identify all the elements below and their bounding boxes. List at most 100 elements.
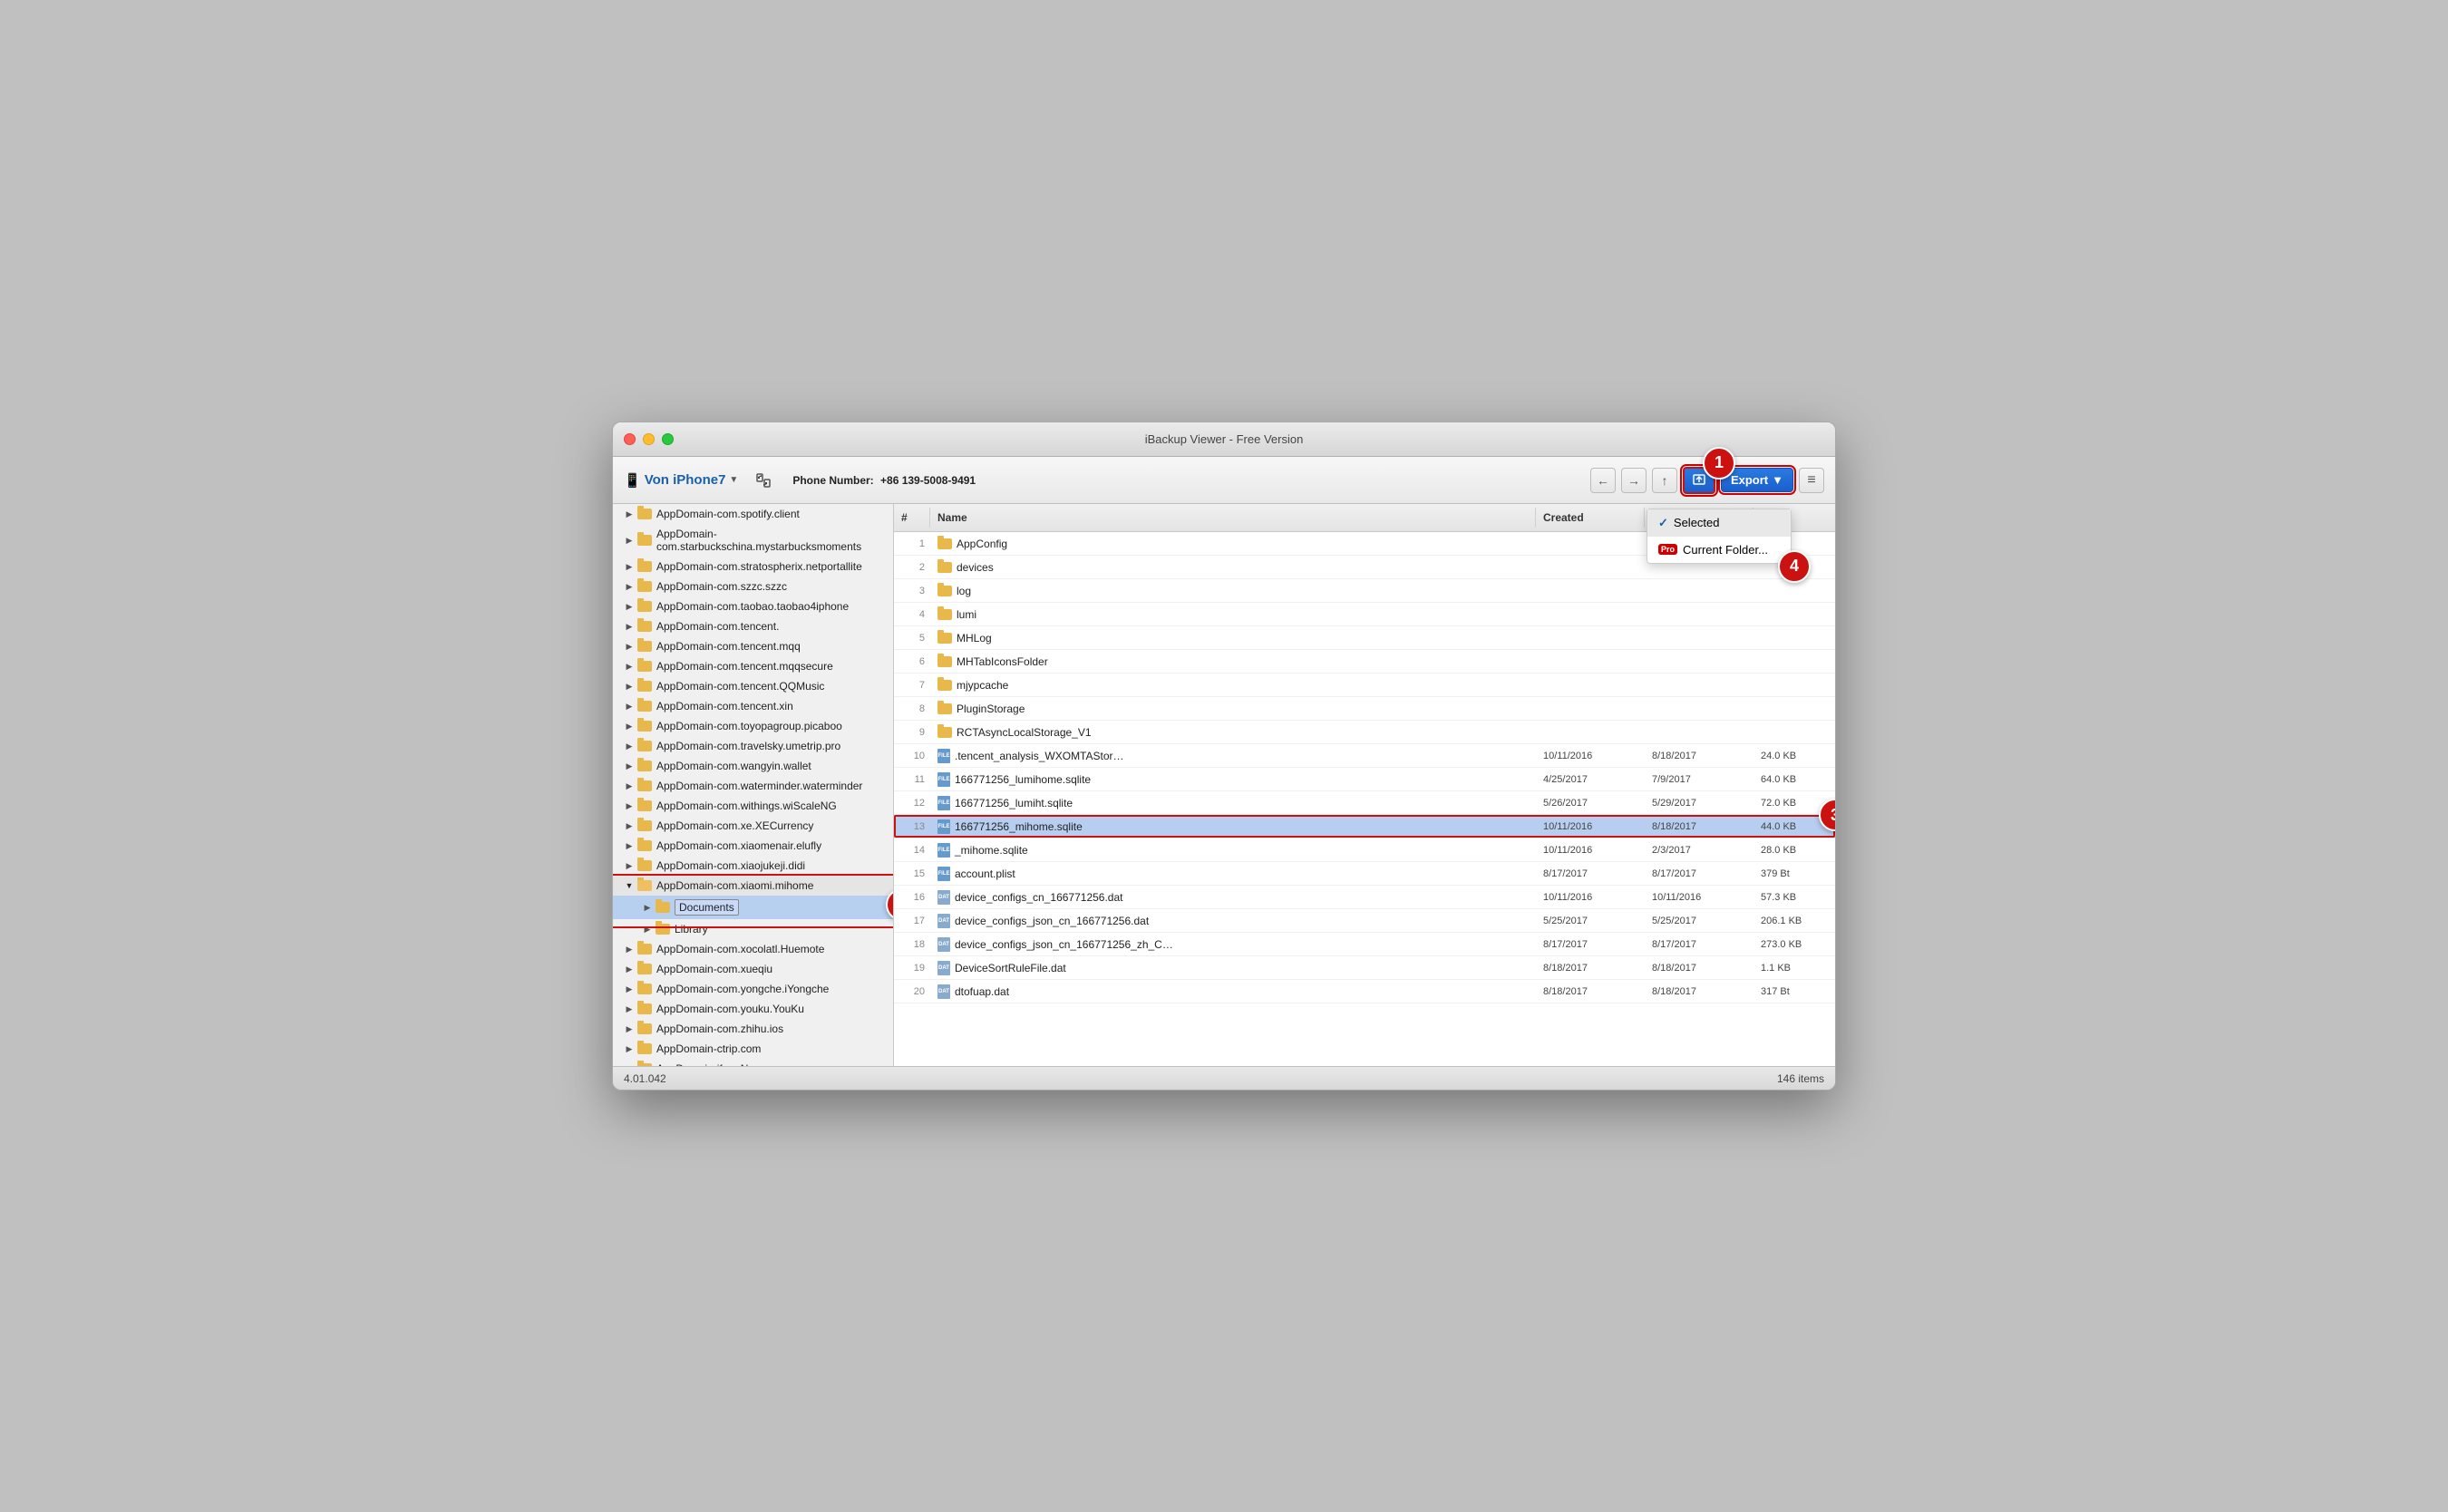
expand-arrow: ▶ [624, 1023, 635, 1034]
expand-arrow: ▶ [624, 1003, 635, 1014]
table-row[interactable]: 9 RCTAsyncLocalStorage_V1 [894, 721, 1835, 744]
table-row[interactable]: 12 FILE166771256_lumiht.sqlite 5/26/2017… [894, 791, 1835, 815]
table-row[interactable]: 10 FILE.tencent_analysis_WXOMTAStor… 10/… [894, 744, 1835, 768]
sidebar-item-withings[interactable]: ▶ AppDomain-com.withings.wiScaleNG [613, 796, 893, 816]
file-icon: DAT [937, 890, 950, 905]
table-row[interactable]: 6 MHTabIconsFolder [894, 650, 1835, 674]
file-list: # Name Created 1 AppConfig 2 devices [894, 504, 1835, 1066]
table-row[interactable]: 8 PluginStorage [894, 697, 1835, 721]
sidebar-item-szzc[interactable]: ▶ AppDomain-com.szzc.szzc [613, 577, 893, 596]
sidebar-item-zhihu[interactable]: ▶ AppDomain-com.zhihu.ios [613, 1019, 893, 1039]
table-row[interactable]: 16 DATdevice_configs_cn_166771256.dat 10… [894, 886, 1835, 909]
device-selector[interactable]: 📱 Von iPhone7 ▼ [624, 472, 738, 489]
sidebar-item-mihome[interactable]: ▼ AppDomain-com.xiaomi.mihome 2 [613, 876, 893, 896]
expand-arrow: ▶ [624, 780, 635, 791]
col-num: # [894, 508, 930, 528]
sidebar: ▶ AppDomain-com.spotify.client ▶ AppDoma… [613, 504, 894, 1066]
table-row-selected[interactable]: 13 FILE166771256_mihome.sqlite 10/11/201… [894, 815, 1835, 838]
sidebar-item-ctrip[interactable]: ▶ AppDomain-ctrip.com [613, 1039, 893, 1059]
folder-icon [656, 902, 670, 913]
pro-badge: Pro [1658, 544, 1677, 555]
forward-button[interactable]: → [1621, 468, 1647, 493]
sidebar-item-xueqiu[interactable]: ▶ AppDomain-com.xueqiu [613, 959, 893, 979]
sidebar-item-umetrip[interactable]: ▶ AppDomain-com.travelsky.umetrip.pro [613, 736, 893, 756]
refresh-button[interactable] [749, 466, 778, 495]
version-label: 4.01.042 [624, 1072, 666, 1085]
table-row[interactable]: 20 DATdtofuap.dat 8/18/2017 8/18/2017 31… [894, 980, 1835, 1003]
items-count: 146 items [1777, 1072, 1824, 1085]
sidebar-item-qqmusic[interactable]: ▶ AppDomain-com.tencent.QQMusic [613, 676, 893, 696]
sidebar-item-tencent[interactable]: ▶ AppDomain-com.tencent. [613, 616, 893, 636]
sidebar-item-xe[interactable]: ▶ AppDomain-com.xe.XECurrency [613, 816, 893, 836]
table-row[interactable]: 19 DATDeviceSortRuleFile.dat 8/18/2017 8… [894, 956, 1835, 980]
expand-arrow: ▶ [624, 581, 635, 592]
sidebar-item-spotify[interactable]: ▶ AppDomain-com.spotify.client [613, 504, 893, 524]
phone-number-key: Phone Number: [792, 474, 873, 487]
folder-icon [637, 964, 652, 974]
sidebar-item-waterminder[interactable]: ▶ AppDomain-com.waterminder.waterminder [613, 776, 893, 796]
sidebar-item-mqq[interactable]: ▶ AppDomain-com.tencent.mqq [613, 636, 893, 656]
export-current-folder-item[interactable]: Pro Current Folder... [1647, 537, 1791, 563]
sidebar-item-taobao[interactable]: ▶ AppDomain-com.taobao.taobao4iphone [613, 596, 893, 616]
table-row[interactable]: 4 lumi [894, 603, 1835, 626]
sidebar-item-mqqsecure[interactable]: ▶ AppDomain-com.tencent.mqqsecure [613, 656, 893, 676]
table-row[interactable]: 15 FILEaccount.plist 8/17/2017 8/17/2017… [894, 862, 1835, 886]
sidebar-item-stratospherix[interactable]: ▶ AppDomain-com.stratospherix.netportall… [613, 557, 893, 577]
minimize-button[interactable] [643, 433, 655, 445]
folder-icon [637, 581, 652, 592]
expand-arrow: ▶ [624, 820, 635, 831]
sidebar-item-wangyin[interactable]: ▶ AppDomain-com.wangyin.wallet [613, 756, 893, 776]
folder-icon [637, 701, 652, 712]
expand-arrow: ▶ [642, 902, 653, 913]
file-icon: FILE [937, 749, 950, 763]
expand-arrow: ▶ [624, 701, 635, 712]
folder-icon [637, 509, 652, 519]
export-selected-item[interactable]: ✓ Selected [1647, 509, 1791, 537]
folder-icon [937, 609, 952, 620]
sidebar-item-ifengnews[interactable]: ▶ AppDomain-ifengNews [613, 1059, 893, 1066]
sidebar-item-huemote[interactable]: ▶ AppDomain-com.xocolatl.Huemote [613, 939, 893, 959]
folder-icon [637, 780, 652, 791]
file-icon: DAT [937, 984, 950, 999]
sidebar-item-xin[interactable]: ▶ AppDomain-com.tencent.xin [613, 696, 893, 716]
menu-button[interactable]: ≡ [1799, 468, 1824, 493]
maximize-button[interactable] [662, 433, 674, 445]
folder-icon [937, 538, 952, 549]
up-icon: ↑ [1661, 473, 1667, 488]
table-row[interactable]: 14 FILE_mihome.sqlite 10/11/2016 2/3/201… [894, 838, 1835, 862]
sidebar-item-youku[interactable]: ▶ AppDomain-com.youku.YouKu [613, 999, 893, 1019]
export-button[interactable]: Export ▼ [1721, 468, 1793, 492]
export-label: Export [1731, 473, 1768, 487]
table-row[interactable]: 5 MHLog [894, 626, 1835, 650]
export-icon-button[interactable] [1683, 467, 1715, 494]
folder-icon [637, 721, 652, 732]
sidebar-item-didi[interactable]: ▶ AppDomain-com.xiaojukeji.didi [613, 856, 893, 876]
window-title: iBackup Viewer - Free Version [1145, 432, 1304, 446]
expand-arrow: ▶ [624, 641, 635, 652]
back-button[interactable]: ← [1590, 468, 1616, 493]
expand-arrow: ▶ [624, 561, 635, 572]
sidebar-item-library[interactable]: ▶ Library [613, 919, 893, 939]
folder-icon [637, 820, 652, 831]
table-row[interactable]: 3 log [894, 579, 1835, 603]
table-row[interactable]: 17 DATdevice_configs_json_cn_166771256.d… [894, 909, 1835, 933]
device-name: Von iPhone7 [645, 472, 726, 488]
sidebar-item-starbucks[interactable]: ▶ AppDomain-com.starbuckschina.mystarbuc… [613, 524, 893, 557]
selected-checkmark: ✓ [1658, 516, 1668, 530]
table-row[interactable]: 18 DATdevice_configs_json_cn_166771256_z… [894, 933, 1835, 956]
folder-icon [637, 761, 652, 771]
close-button[interactable] [624, 433, 636, 445]
folder-icon [637, 984, 652, 994]
expand-arrow: ▶ [624, 535, 635, 546]
sidebar-item-elufly[interactable]: ▶ AppDomain-com.xiaomenair.elufly [613, 836, 893, 856]
table-row[interactable]: 7 mjypcache [894, 674, 1835, 697]
sidebar-item-yongche[interactable]: ▶ AppDomain-com.yongche.iYongche [613, 979, 893, 999]
folder-icon [937, 703, 952, 714]
folder-icon [637, 1043, 652, 1054]
folder-icon [937, 586, 952, 596]
sidebar-item-picaboo[interactable]: ▶ AppDomain-com.toyopagroup.picaboo [613, 716, 893, 736]
folder-icon [656, 924, 670, 935]
table-row[interactable]: 11 FILE166771256_lumihome.sqlite 4/25/20… [894, 768, 1835, 791]
sidebar-item-documents[interactable]: ▶ Documents [613, 896, 893, 919]
up-button[interactable]: ↑ [1652, 468, 1677, 493]
